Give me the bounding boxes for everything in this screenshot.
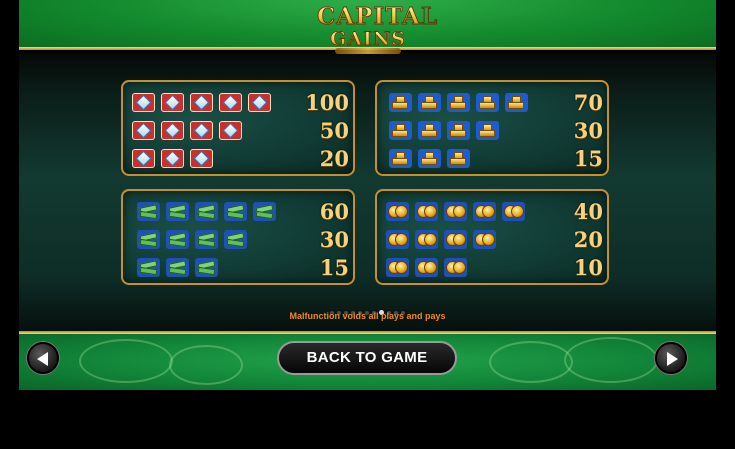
diamond-icon [219,93,242,112]
diamond-icon [219,121,242,140]
gold-coins-icon [386,258,409,277]
cash-stack-icon [166,258,189,277]
back-to-game-button[interactable]: BACK TO GAME [277,341,457,375]
gold-bars-icon [418,93,441,112]
gold-coins-icon [415,202,438,221]
payout-value: 10 [573,255,603,280]
cash-stack-icon [166,202,189,221]
diamond-icon [190,93,213,112]
gold-coins-icon [473,202,496,221]
cash-stack-icon [224,230,247,249]
next-page-button[interactable] [655,342,687,374]
diamond-icon [132,121,155,140]
diamond-icon [132,149,155,168]
payout-value: 60 [319,199,349,224]
gold-coins-icon [386,230,409,249]
paytable-row: 60 [123,199,353,224]
gold-bars-icon [476,121,499,140]
paytable-panel-cash: 60 30 15 [121,189,355,285]
gold-bars-icon [389,149,412,168]
payout-value: 20 [319,146,349,171]
cash-stack-icon [195,258,218,277]
logo-line-1: CAPITAL [317,3,439,30]
diamond-icon [132,93,155,112]
paytable-row: 20 [377,227,607,252]
payout-value: 30 [573,118,603,143]
left-arrow-icon [37,352,48,366]
gold-bars-icon [418,149,441,168]
right-arrow-icon [667,352,678,366]
gold-coins-icon [415,258,438,277]
cash-stack-icon [137,230,160,249]
diamond-icon [248,93,271,112]
swirl-ornament [79,339,173,383]
laurel-icon [335,48,401,54]
paytable-panel-gold-bars: 70 30 15 [375,80,609,176]
gold-bars-icon [418,121,441,140]
paytable-row: 30 [123,227,353,252]
gold-bars-icon [505,93,528,112]
diamond-icon [161,149,184,168]
gold-coins-icon [473,230,496,249]
diamond-icon [190,121,213,140]
cash-stack-icon [166,230,189,249]
gold-bars-icon [389,121,412,140]
payout-value: 15 [573,146,603,171]
page-indicator [19,304,716,316]
back-to-game-label: BACK TO GAME [306,349,428,366]
paytable-row: 30 [377,118,607,143]
swirl-ornament [169,345,243,385]
payout-value: 30 [319,227,349,252]
gold-bars-icon [447,149,470,168]
swirl-ornament [564,337,658,383]
diamond-icon [161,121,184,140]
paytable-screen: CAPITAL GAINS 100 50 20 70 30 15 60 30 15 40 20… [19,0,716,390]
cash-stack-icon [253,202,276,221]
cash-stack-icon [195,202,218,221]
payout-value: 100 [305,90,349,115]
game-logo: CAPITAL GAINS [317,3,439,58]
cash-stack-icon [137,258,160,277]
paytable-area: 100 50 20 70 30 15 60 30 15 40 20 10 Malfunction… [19,53,716,331]
malfunction-notice: Malfunction voids all plays and pays [289,311,446,321]
paytable-row: 70 [377,90,607,115]
paytable-panel-coins: 40 20 10 [375,189,609,285]
gold-coins-icon [502,202,525,221]
cash-stack-icon [137,202,160,221]
gold-coins-icon [415,230,438,249]
gold-bars-icon [447,121,470,140]
cash-stack-icon [195,230,218,249]
gold-coins-icon [386,202,409,221]
paytable-row: 15 [377,146,607,171]
previous-page-button[interactable] [27,342,59,374]
paytable-row: 50 [123,118,353,143]
payout-value: 20 [573,227,603,252]
paytable-row: 10 [377,255,607,280]
gold-coins-icon [444,258,467,277]
payout-value: 40 [573,199,603,224]
logo-line-2: GAINS [317,28,419,50]
gold-bars-icon [447,93,470,112]
gold-coins-icon [444,202,467,221]
paytable-row: 15 [123,255,353,280]
gold-bars-icon [476,93,499,112]
payout-value: 70 [573,90,603,115]
paytable-row: 20 [123,146,353,171]
gold-coins-icon [444,230,467,249]
payout-value: 50 [319,118,349,143]
footer-bar: BACK TO GAME [19,331,716,390]
cash-stack-icon [224,202,247,221]
diamond-icon [161,93,184,112]
paytable-row: 100 [123,90,353,115]
diamond-icon [190,149,213,168]
paytable-panel-diamond: 100 50 20 [121,80,355,176]
payout-value: 15 [319,255,349,280]
paytable-row: 40 [377,199,607,224]
gold-bars-icon [389,93,412,112]
swirl-ornament [489,341,573,383]
